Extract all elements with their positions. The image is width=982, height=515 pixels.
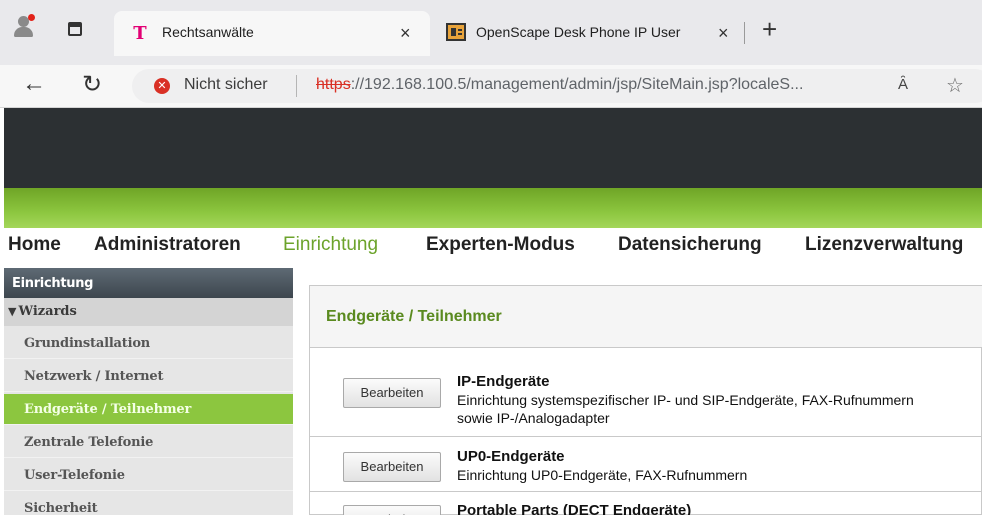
sidebar-item-endgeraete-teilnehmer[interactable]: Endgeräte / Teilnehmer (4, 394, 293, 425)
tab-rechtsanwaelte[interactable]: T Rechtsanwälte × (114, 11, 430, 56)
url-protocol: https (316, 76, 351, 93)
sidebar-item-user-telefonie[interactable]: User-Telefonie (4, 460, 293, 491)
omnibox-separator (296, 75, 297, 97)
sidebar-item-zentrale-telefonie[interactable]: Zentrale Telefonie (4, 427, 293, 458)
edit-ip-endgeraete-button[interactable]: Bearbeiten (343, 378, 441, 408)
tab-actions-icon[interactable] (68, 22, 82, 36)
sidebar-item-netzwerk-internet[interactable]: Netzwerk / Internet (4, 361, 293, 392)
nav-home[interactable]: Home (8, 234, 61, 256)
openscape-icon (446, 23, 466, 41)
row-title: UP0-Endgeräte (457, 448, 565, 465)
content-title-bar: Endgeräte / Teilnehmer (310, 286, 982, 348)
nav-experten-modus[interactable]: Experten-Modus (426, 234, 575, 256)
address-bar[interactable]: ✕ Nicht sicher https://192.168.100.5/man… (132, 69, 982, 103)
row-description-line2: sowie IP-/Analogadapter (457, 410, 610, 426)
read-aloud-icon[interactable]: Ȃ (898, 76, 908, 93)
url-rest: ://192.168.100.5/management/admin/jsp/Si… (350, 76, 804, 93)
nav-administratoren[interactable]: Administratoren (94, 234, 241, 256)
edit-up0-endgeraete-button[interactable]: Bearbeiten (343, 452, 441, 482)
tab-title: OpenScape Desk Phone IP User (476, 24, 681, 40)
list-item-ip-endgeraete: Bearbeiten IP-Endgeräte Einrichtung syst… (310, 348, 982, 437)
reload-icon[interactable]: ↻ (82, 70, 102, 99)
telekom-t-icon: T (133, 23, 147, 44)
close-icon[interactable]: × (400, 23, 411, 43)
main-navigation: Home Administratoren Einrichtung Experte… (4, 228, 982, 266)
favorite-star-icon[interactable]: ☆ (946, 73, 964, 98)
back-arrow-icon[interactable]: ← (22, 70, 46, 98)
profile-icon[interactable] (12, 14, 36, 38)
address-bar-row: ← ↻ ✕ Nicht sicher https://192.168.100.5… (0, 65, 982, 108)
tab-separator (744, 22, 745, 44)
tab-openscape[interactable]: OpenScape Desk Phone IP User × (432, 11, 747, 56)
row-description: Einrichtung UP0-Endgeräte, FAX-Rufnummer… (457, 467, 748, 483)
browser-tab-bar: T Rechtsanwälte × OpenScape Desk Phone I… (0, 0, 982, 65)
page-header-accent-band (4, 188, 982, 228)
sidebar-group-label: Wizards (18, 304, 77, 319)
content-panel: Endgeräte / Teilnehmer Bearbeiten IP-End… (309, 285, 982, 515)
sidebar-header: Einrichtung (4, 268, 293, 298)
row-title: Portable Parts (DECT Endgeräte) (457, 502, 692, 515)
security-label[interactable]: Nicht sicher (184, 76, 268, 94)
nav-lizenzverwaltung[interactable]: Lizenzverwaltung (805, 234, 963, 256)
edit-portable-parts-button[interactable]: Bearbeiten (343, 505, 441, 515)
sidebar-group-wizards[interactable]: ▼ Wizards (4, 298, 293, 326)
row-title: IP-Endgeräte (457, 373, 550, 390)
tab-title: Rechtsanwälte (162, 24, 254, 40)
sidebar-item-sicherheit[interactable]: Sicherheit (4, 493, 293, 515)
url-text[interactable]: https://192.168.100.5/management/admin/j… (316, 76, 803, 94)
sidebar-item-grundinstallation[interactable]: Grundinstallation (4, 328, 293, 359)
page-header-banner (4, 108, 982, 188)
triangle-down-icon: ▼ (8, 305, 17, 318)
nav-datensicherung[interactable]: Datensicherung (618, 234, 762, 256)
not-secure-icon[interactable]: ✕ (154, 78, 170, 94)
nav-einrichtung[interactable]: Einrichtung (283, 234, 378, 256)
close-icon[interactable]: × (718, 23, 729, 43)
page-title: Endgeräte / Teilnehmer (326, 308, 502, 325)
new-tab-button[interactable]: + (762, 14, 777, 44)
list-item-up0-endgeraete: Bearbeiten UP0-Endgeräte Einrichtung UP0… (310, 438, 982, 492)
sidebar: Einrichtung ▼ Wizards Grundinstallation N… (4, 268, 293, 515)
list-item-portable-parts: Bearbeiten Portable Parts (DECT Endgerät… (310, 493, 982, 515)
row-description: Einrichtung systemspezifischer IP- und S… (457, 392, 914, 408)
